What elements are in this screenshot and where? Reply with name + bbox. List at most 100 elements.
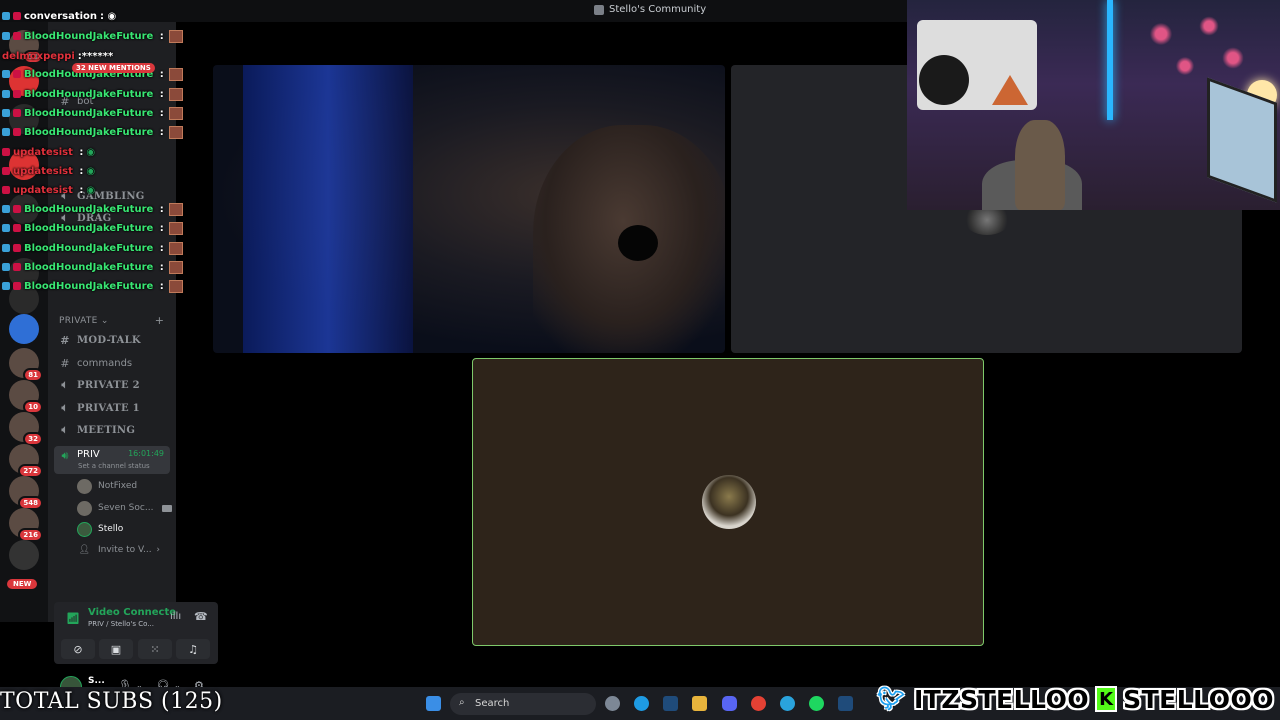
spotify-icon[interactable] — [809, 696, 824, 711]
chat-line: BloodHoundJakeFuture : — [2, 259, 183, 275]
channel-private-2[interactable]: 🔈︎ PRIVATE 2 — [54, 375, 170, 395]
emote-icon — [168, 125, 183, 139]
channel-status[interactable]: Set a channel status — [78, 462, 150, 470]
channel-priv[interactable]: 🔊︎ PRIV 16:01:49 Set a channel status — [54, 446, 170, 474]
camera-icon — [162, 504, 172, 512]
chat-line: conversation : ◉ — [2, 8, 116, 24]
chat-line: BloodHoundJakeFuture : — [2, 86, 183, 102]
microphone-icon — [618, 225, 658, 261]
window-title: Stello's Community — [594, 4, 706, 15]
badge-icon — [2, 224, 10, 232]
video-tile-camera[interactable] — [213, 65, 725, 353]
server-icon[interactable]: 10 — [9, 380, 43, 414]
emote-icon — [168, 221, 183, 235]
username[interactable]: S... — [88, 676, 105, 686]
badge-icon — [13, 263, 21, 271]
folder-icon[interactable] — [692, 696, 707, 711]
emote-icon — [168, 29, 183, 43]
chat-line: BloodHoundJakeFuture : — [2, 105, 183, 121]
kick-icon: K — [1095, 686, 1118, 712]
voice-status[interactable]: Video Connecte — [88, 607, 176, 618]
badge-icon — [2, 32, 10, 40]
hash-icon: # — [60, 333, 70, 347]
invite-to-voice[interactable]: 👤︎ Invite to V... › — [77, 541, 172, 559]
channel-mod-talk[interactable]: # MOD-TALK — [54, 330, 170, 350]
emote-icon: ◉ — [86, 165, 96, 177]
avatar — [77, 478, 92, 494]
chat-line: BloodHoundJakeFuture : — [2, 28, 183, 44]
chat-line: updatesist : ◉ — [2, 144, 95, 160]
badge-icon — [2, 282, 10, 290]
person-add-icon: 👤︎ — [78, 545, 91, 555]
taskbar-search[interactable]: ⌕ Search — [450, 693, 596, 715]
channel-meeting[interactable]: 🔈︎ MEETING — [54, 420, 170, 440]
voice-member[interactable]: Seven Soc... — [77, 499, 172, 517]
discord-icon[interactable] — [722, 696, 737, 711]
steam-icon[interactable] — [838, 696, 853, 711]
badge-icon — [2, 186, 10, 194]
channel-commands[interactable]: # commands — [54, 353, 170, 373]
new-badge: NEW — [7, 579, 38, 589]
emote-icon: ◉ — [86, 184, 96, 196]
chat-line: BloodHoundJakeFuture : — [2, 278, 183, 294]
voice-location[interactable]: PRIV / Stello's Co... — [88, 620, 154, 628]
screen-share-button[interactable]: ▣ — [99, 639, 133, 659]
camera-off-button[interactable]: ⊘ — [61, 639, 95, 659]
voice-member[interactable]: Stello — [77, 520, 172, 538]
emote-icon — [168, 106, 183, 120]
edge-icon[interactable] — [634, 696, 649, 711]
telegram-icon[interactable] — [780, 696, 795, 711]
voice-member[interactable]: NotFixed — [77, 477, 172, 495]
badge-icon — [2, 90, 10, 98]
emote-icon — [168, 241, 183, 255]
noise-suppression-icon[interactable]: ıllı — [170, 611, 181, 622]
signal-icon[interactable]: 📶︎ — [66, 612, 80, 625]
badge-icon — [2, 205, 10, 213]
badge-icon — [13, 224, 21, 232]
disconnect-icon[interactable]: ☎︎ — [194, 610, 208, 623]
category-private[interactable]: PRIVATE ⌄ — [59, 316, 109, 326]
add-channel-icon[interactable]: + — [155, 314, 164, 327]
activities-button[interactable]: ⁙ — [138, 639, 172, 659]
badge-icon — [2, 167, 10, 175]
search-icon: ⌕ — [459, 697, 465, 708]
steam-icon[interactable] — [663, 696, 678, 711]
badge-icon — [13, 12, 21, 20]
chrome-icon[interactable] — [751, 696, 766, 711]
server-icon[interactable] — [9, 314, 39, 344]
avatar — [77, 521, 92, 537]
badge-icon — [2, 128, 10, 136]
streamer-webcam — [907, 0, 1280, 210]
server-icon[interactable]: 81 — [9, 348, 43, 382]
chat-line: BloodHoundJakeFuture : — [2, 201, 183, 217]
badge-icon — [13, 244, 21, 252]
twitter-handle: ITZSTELLOO — [914, 684, 1090, 714]
speaker-icon: 🔊︎ — [61, 449, 69, 462]
server-icon[interactable]: 548 — [9, 476, 43, 510]
server-icon[interactable]: 272 — [9, 444, 43, 478]
windows-start-icon[interactable] — [426, 696, 441, 711]
server-icon[interactable]: 216 — [9, 508, 43, 542]
channel-private-1[interactable]: 🔈︎ PRIVATE 1 — [54, 398, 170, 418]
speaker-icon: 🔈︎ — [61, 401, 69, 414]
total-subs-counter: TOTAL SUBS (125) — [0, 689, 223, 714]
badge-icon — [2, 244, 10, 252]
new-mentions-badge[interactable]: 32 NEW MENTIONS — [72, 63, 155, 73]
badge-icon — [13, 90, 21, 98]
speaker-icon: 🔈︎ — [61, 378, 69, 391]
badge-icon — [2, 148, 10, 156]
copilot-icon[interactable] — [605, 696, 620, 711]
server-icon[interactable]: 32 — [9, 412, 43, 446]
badge-icon — [2, 263, 10, 271]
emote-icon — [168, 67, 183, 81]
badge-icon — [13, 205, 21, 213]
server-icon[interactable] — [9, 540, 39, 570]
badge-icon — [13, 282, 21, 290]
kick-handle: STELLOOO — [1123, 684, 1274, 714]
emote-icon — [168, 87, 183, 101]
video-tile-speaking[interactable] — [472, 358, 984, 646]
emote-icon — [168, 202, 183, 216]
badge-icon — [13, 32, 21, 40]
soundboard-button[interactable]: ♫ — [176, 639, 210, 659]
badge-icon — [2, 70, 10, 78]
